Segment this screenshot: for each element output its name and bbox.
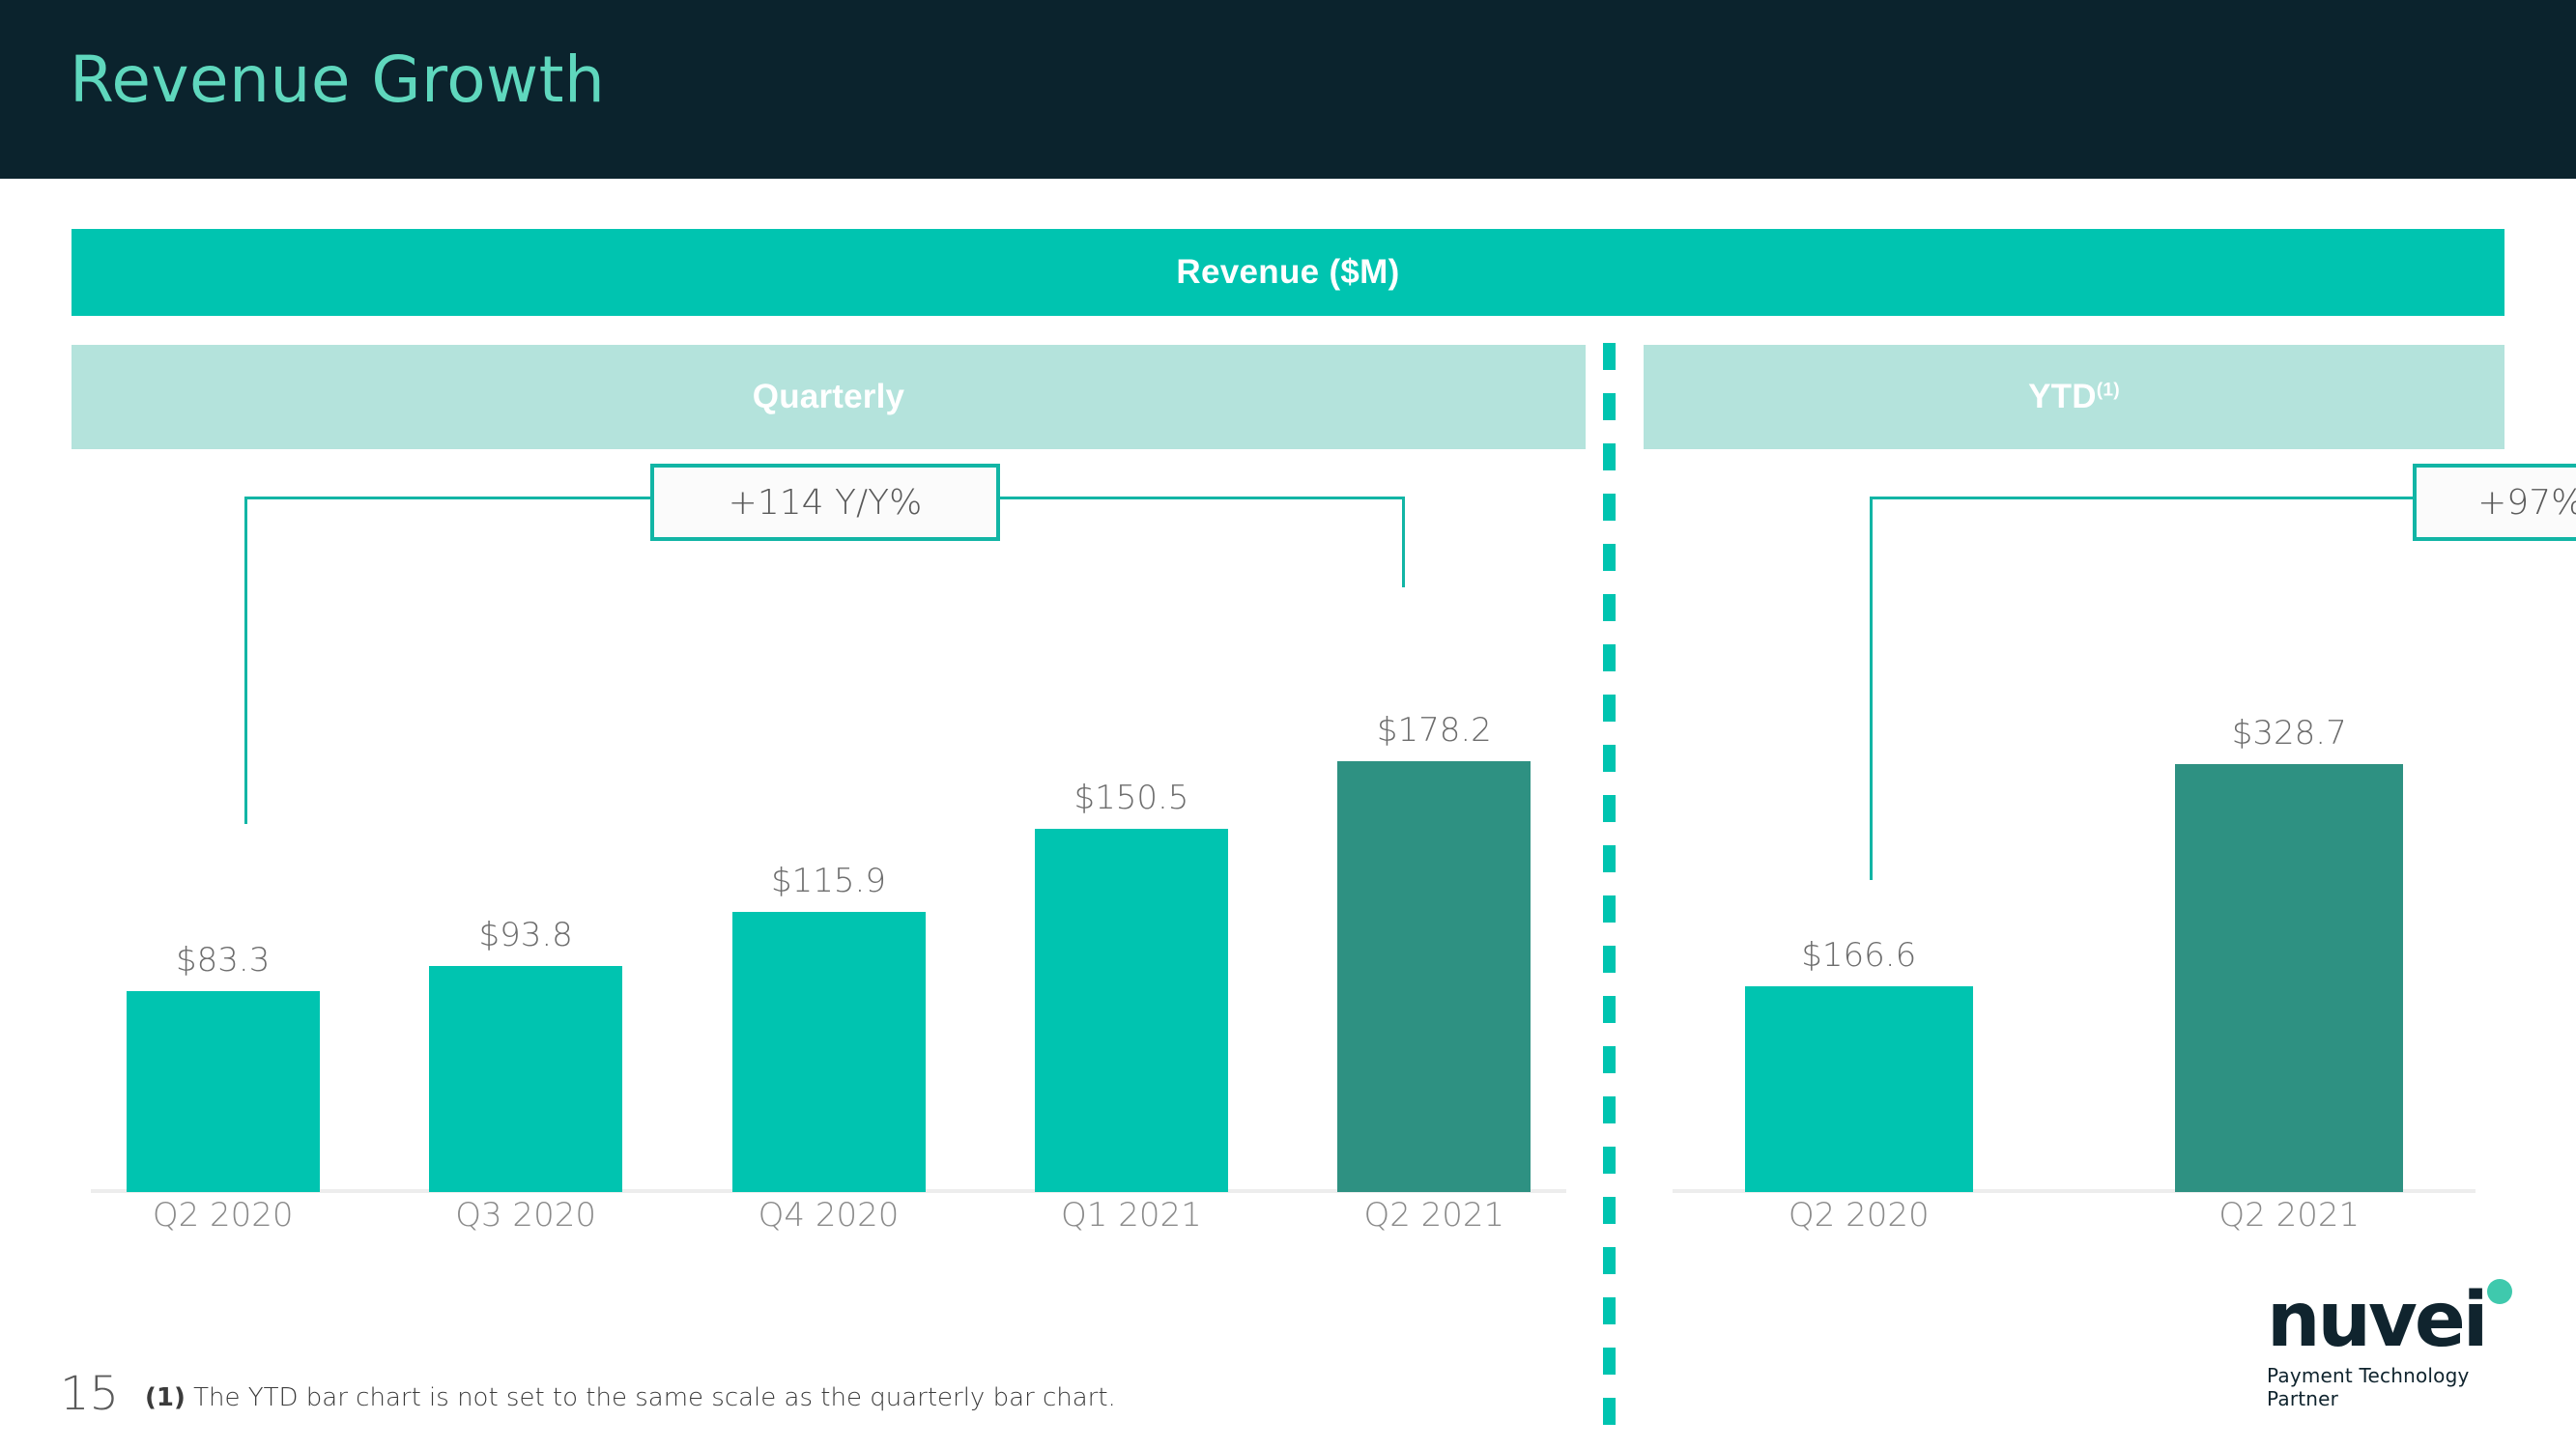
axis-tick-label: Q2 2020 <box>152 1196 294 1235</box>
axis-tick-label: Q2 2020 <box>1788 1196 1930 1235</box>
ytd-footnote-superscript: (1) <box>2096 380 2120 401</box>
nuvei-wordmark: nuvei <box>2267 1279 2518 1358</box>
ytd-connector-drop-left <box>1870 497 1873 880</box>
revenue-header-bar: Revenue ($M) <box>72 229 2504 316</box>
ytd-connector-line-left <box>1870 497 2417 499</box>
bar-rect[interactable] <box>731 912 926 1192</box>
quarterly-bar-chart: $83.3 $93.8 $115.9 $150.5 $178.2 Q2 2020 <box>72 466 1586 1238</box>
chart-panel: Revenue ($M) Quarterly YTD(1) $83.3 $93.… <box>72 229 2504 1446</box>
page-number: 15 <box>60 1367 120 1421</box>
section-divider-dashed <box>1603 343 1616 1446</box>
bar-value-label: $178.2 <box>1376 711 1492 750</box>
quarterly-connector-drop-left <box>244 497 247 824</box>
quarterly-axis-labels: Q2 2020 Q3 2020 Q4 2020 Q1 2021 Q2 2021 <box>72 1192 1586 1238</box>
nuvei-tagline: Payment Technology Partner <box>2267 1364 2470 1411</box>
ytd-bar-chart: $166.6 $328.7 Q2 2020 Q2 2021 <box>1644 466 2504 1238</box>
nuvei-dot-icon <box>2487 1279 2512 1304</box>
bar-value-label: $166.6 <box>1801 936 1917 975</box>
bar-rect[interactable] <box>1034 829 1228 1192</box>
ytd-bars: $166.6 $328.7 <box>1644 524 2504 1192</box>
bar-value-label: $328.7 <box>2231 714 2347 753</box>
ytd-section-header: YTD(1) <box>1644 345 2504 449</box>
footnote-marker: (1) <box>145 1383 186 1412</box>
quarterly-bars: $83.3 $93.8 $115.9 $150.5 $178.2 <box>72 524 1586 1192</box>
bar-value-label: $115.9 <box>771 862 886 900</box>
quarterly-section-label: Quarterly <box>752 378 905 415</box>
quarterly-connector-drop-right <box>1402 497 1405 587</box>
bar-slot: $178.2 <box>1283 524 1586 1192</box>
bar-slot: $150.5 <box>980 524 1282 1192</box>
quarterly-connector-line-right <box>992 497 1405 499</box>
ytd-section-label: YTD(1) <box>2028 378 2120 415</box>
bar-rect[interactable] <box>126 991 320 1192</box>
nuvei-wordmark-text: nuvei <box>2267 1277 2489 1364</box>
bar-slot: $83.3 <box>72 524 374 1192</box>
revenue-header-label: Revenue ($M) <box>1176 253 1400 291</box>
quarterly-growth-value: +114 Y/Y% <box>728 482 923 523</box>
bar-rect[interactable] <box>429 966 623 1192</box>
ytd-growth-callout: +97% Y/Y <box>2413 464 2576 541</box>
bar-slot: $93.8 <box>374 524 676 1192</box>
page-title: Revenue Growth <box>70 43 606 117</box>
axis-tick-label: Q2 2021 <box>1363 1196 1505 1235</box>
bar-rect[interactable] <box>2175 764 2404 1192</box>
footnote-text: The YTD bar chart is not set to the same… <box>193 1383 1116 1412</box>
axis-tick-label: Q1 2021 <box>1061 1196 1202 1235</box>
bar-value-label: $150.5 <box>1073 779 1189 817</box>
bar-value-label: $83.3 <box>176 941 271 980</box>
quarterly-connector-line-left <box>244 497 654 499</box>
bar-rect[interactable] <box>1337 761 1531 1192</box>
footnote: (1) The YTD bar chart is not set to the … <box>145 1383 1116 1412</box>
axis-tick-label: Q4 2020 <box>758 1196 900 1235</box>
axis-tick-label: Q2 2021 <box>2218 1196 2361 1235</box>
bar-rect[interactable] <box>1744 986 1973 1192</box>
bar-slot: $166.6 <box>1644 524 2075 1192</box>
title-band: Revenue Growth <box>0 0 2576 179</box>
bar-slot: $115.9 <box>677 524 980 1192</box>
nuvei-logo: nuvei Payment Technology Partner <box>2267 1279 2518 1410</box>
bar-slot: $328.7 <box>2075 524 2505 1192</box>
quarterly-growth-callout: +114 Y/Y% <box>650 464 1000 541</box>
ytd-growth-value: +97% Y/Y <box>2477 482 2576 523</box>
axis-tick-label: Q3 2020 <box>455 1196 596 1235</box>
bar-value-label: $93.8 <box>478 916 573 954</box>
ytd-axis-labels: Q2 2020 Q2 2021 <box>1644 1192 2504 1238</box>
quarterly-section-header: Quarterly <box>72 345 1586 449</box>
